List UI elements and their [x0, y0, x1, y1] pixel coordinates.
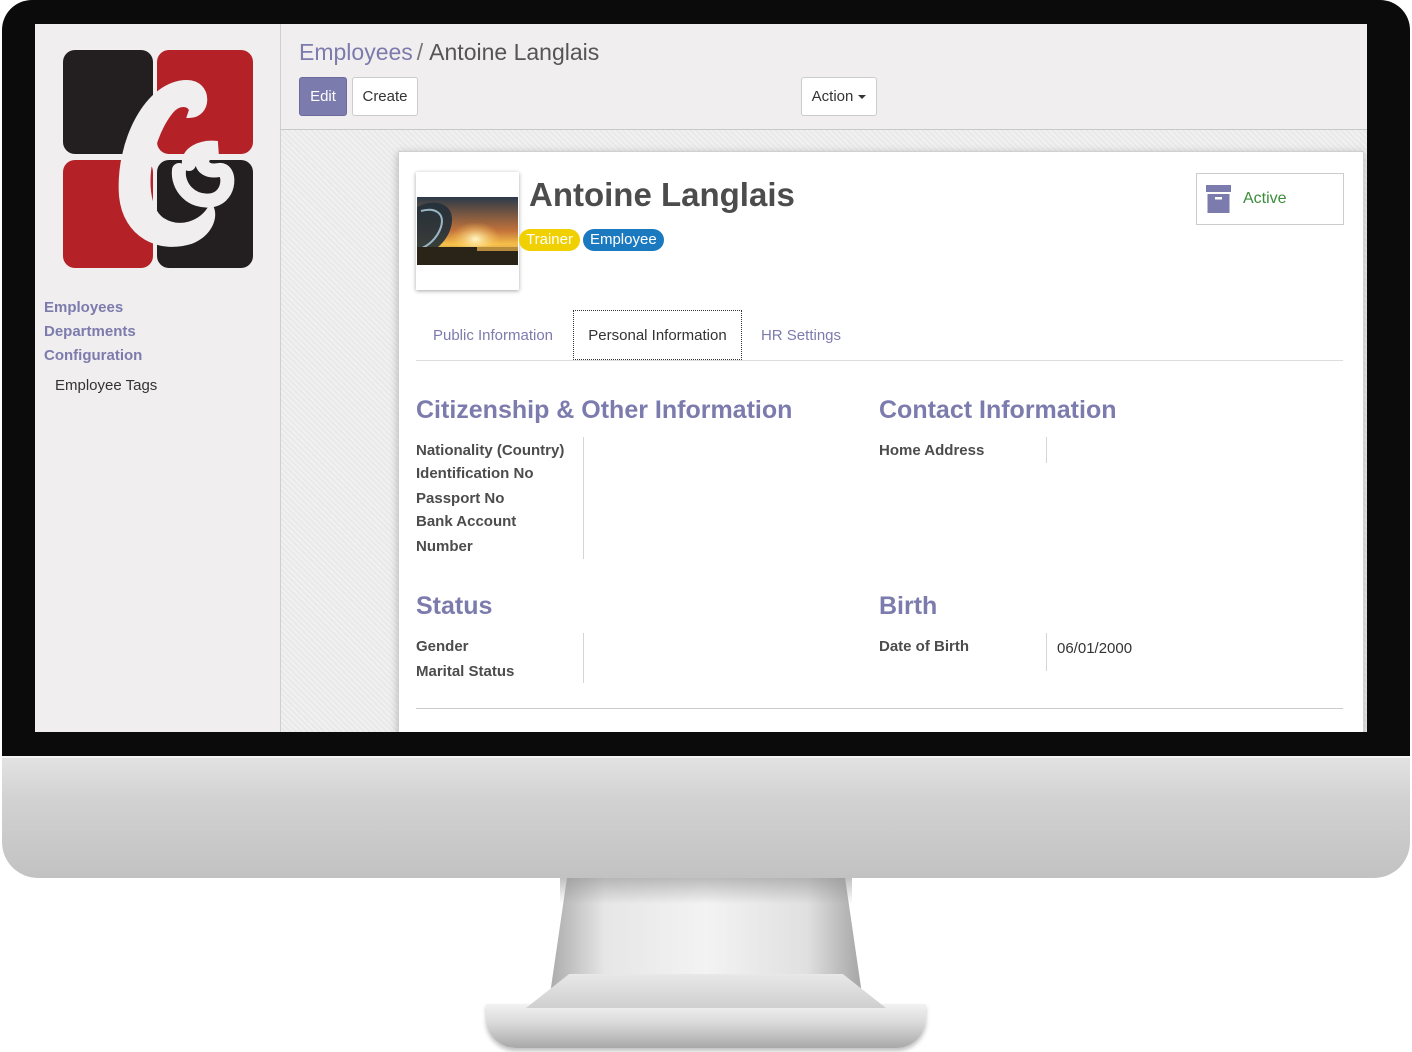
citizenship-section-title: Citizenship & Other Information — [416, 396, 793, 424]
active-label: Active — [1243, 190, 1287, 207]
employee-form-sheet: Antoine Langlais Trainer Employee Active… — [398, 151, 1364, 732]
birth-section-title: Birth — [879, 592, 938, 620]
form-divider — [416, 708, 1343, 709]
sidebar-item-configuration[interactable]: Configuration — [44, 344, 157, 368]
tab-hr-settings[interactable]: HR Settings — [748, 310, 854, 361]
tag-trainer: Trainer — [519, 229, 580, 251]
employee-tags: Trainer Employee — [519, 229, 664, 251]
breadcrumb-separator: / — [416, 39, 424, 65]
app-screen: Employees Departments Configuration Empl… — [35, 24, 1367, 732]
main-area: Employees / Antoine Langlais Edit Create A… — [281, 24, 1367, 732]
breadcrumb-current: Antoine Langlais — [429, 39, 600, 65]
sidebar-menu: Employees Departments Configuration Empl… — [44, 296, 157, 398]
home-address-label: Home Address — [879, 442, 985, 459]
avatar-photo — [417, 197, 518, 265]
breadcrumb-employees-link[interactable]: Employees — [299, 39, 413, 65]
date-of-birth-value: 06/01/2000 — [1057, 640, 1133, 657]
date-of-birth-label: Date of Birth — [879, 638, 969, 655]
bank-account-label: Bank Account — [416, 513, 517, 530]
action-label: Action — [811, 88, 854, 105]
active-toggle-button[interactable]: Active — [1196, 173, 1344, 225]
company-logo — [63, 50, 253, 268]
identification-no-label: Identification No — [416, 465, 534, 482]
breadcrumb: Employees / Antoine Langlais — [299, 39, 599, 66]
control-panel: Employees / Antoine Langlais Edit Create A… — [281, 24, 1367, 130]
employee-avatar[interactable] — [416, 172, 519, 290]
monitor-stand-base — [486, 1004, 926, 1048]
passport-no-label: Passport No — [416, 490, 505, 507]
tab-personal-information[interactable]: Personal Information — [573, 310, 742, 360]
nationality-label: Nationality (Country) — [416, 442, 565, 459]
monitor-chin — [2, 756, 1410, 878]
sidebar: Employees Departments Configuration Empl… — [35, 24, 281, 732]
action-dropdown[interactable]: Action — [801, 77, 877, 116]
create-button[interactable]: Create — [352, 77, 418, 116]
tab-public-information[interactable]: Public Information — [416, 310, 570, 361]
caret-down-icon — [858, 94, 867, 99]
status-section-title: Status — [416, 592, 493, 620]
sidebar-item-departments[interactable]: Departments — [44, 320, 157, 344]
employee-name: Antoine Langlais — [529, 176, 795, 213]
gender-label: Gender — [416, 638, 469, 655]
marital-status-label: Marital Status — [416, 663, 515, 680]
tag-employee: Employee — [582, 229, 664, 251]
sidebar-item-employee-tags[interactable]: Employee Tags — [55, 374, 157, 398]
archive-icon — [1206, 185, 1231, 213]
bank-account-number-label: Number — [416, 538, 473, 555]
sidebar-item-employees[interactable]: Employees — [44, 296, 157, 320]
form-tabs: Public Information Personal Information … — [416, 310, 1343, 361]
contact-section-title: Contact Information — [879, 396, 1117, 424]
edit-button[interactable]: Edit — [299, 77, 347, 116]
